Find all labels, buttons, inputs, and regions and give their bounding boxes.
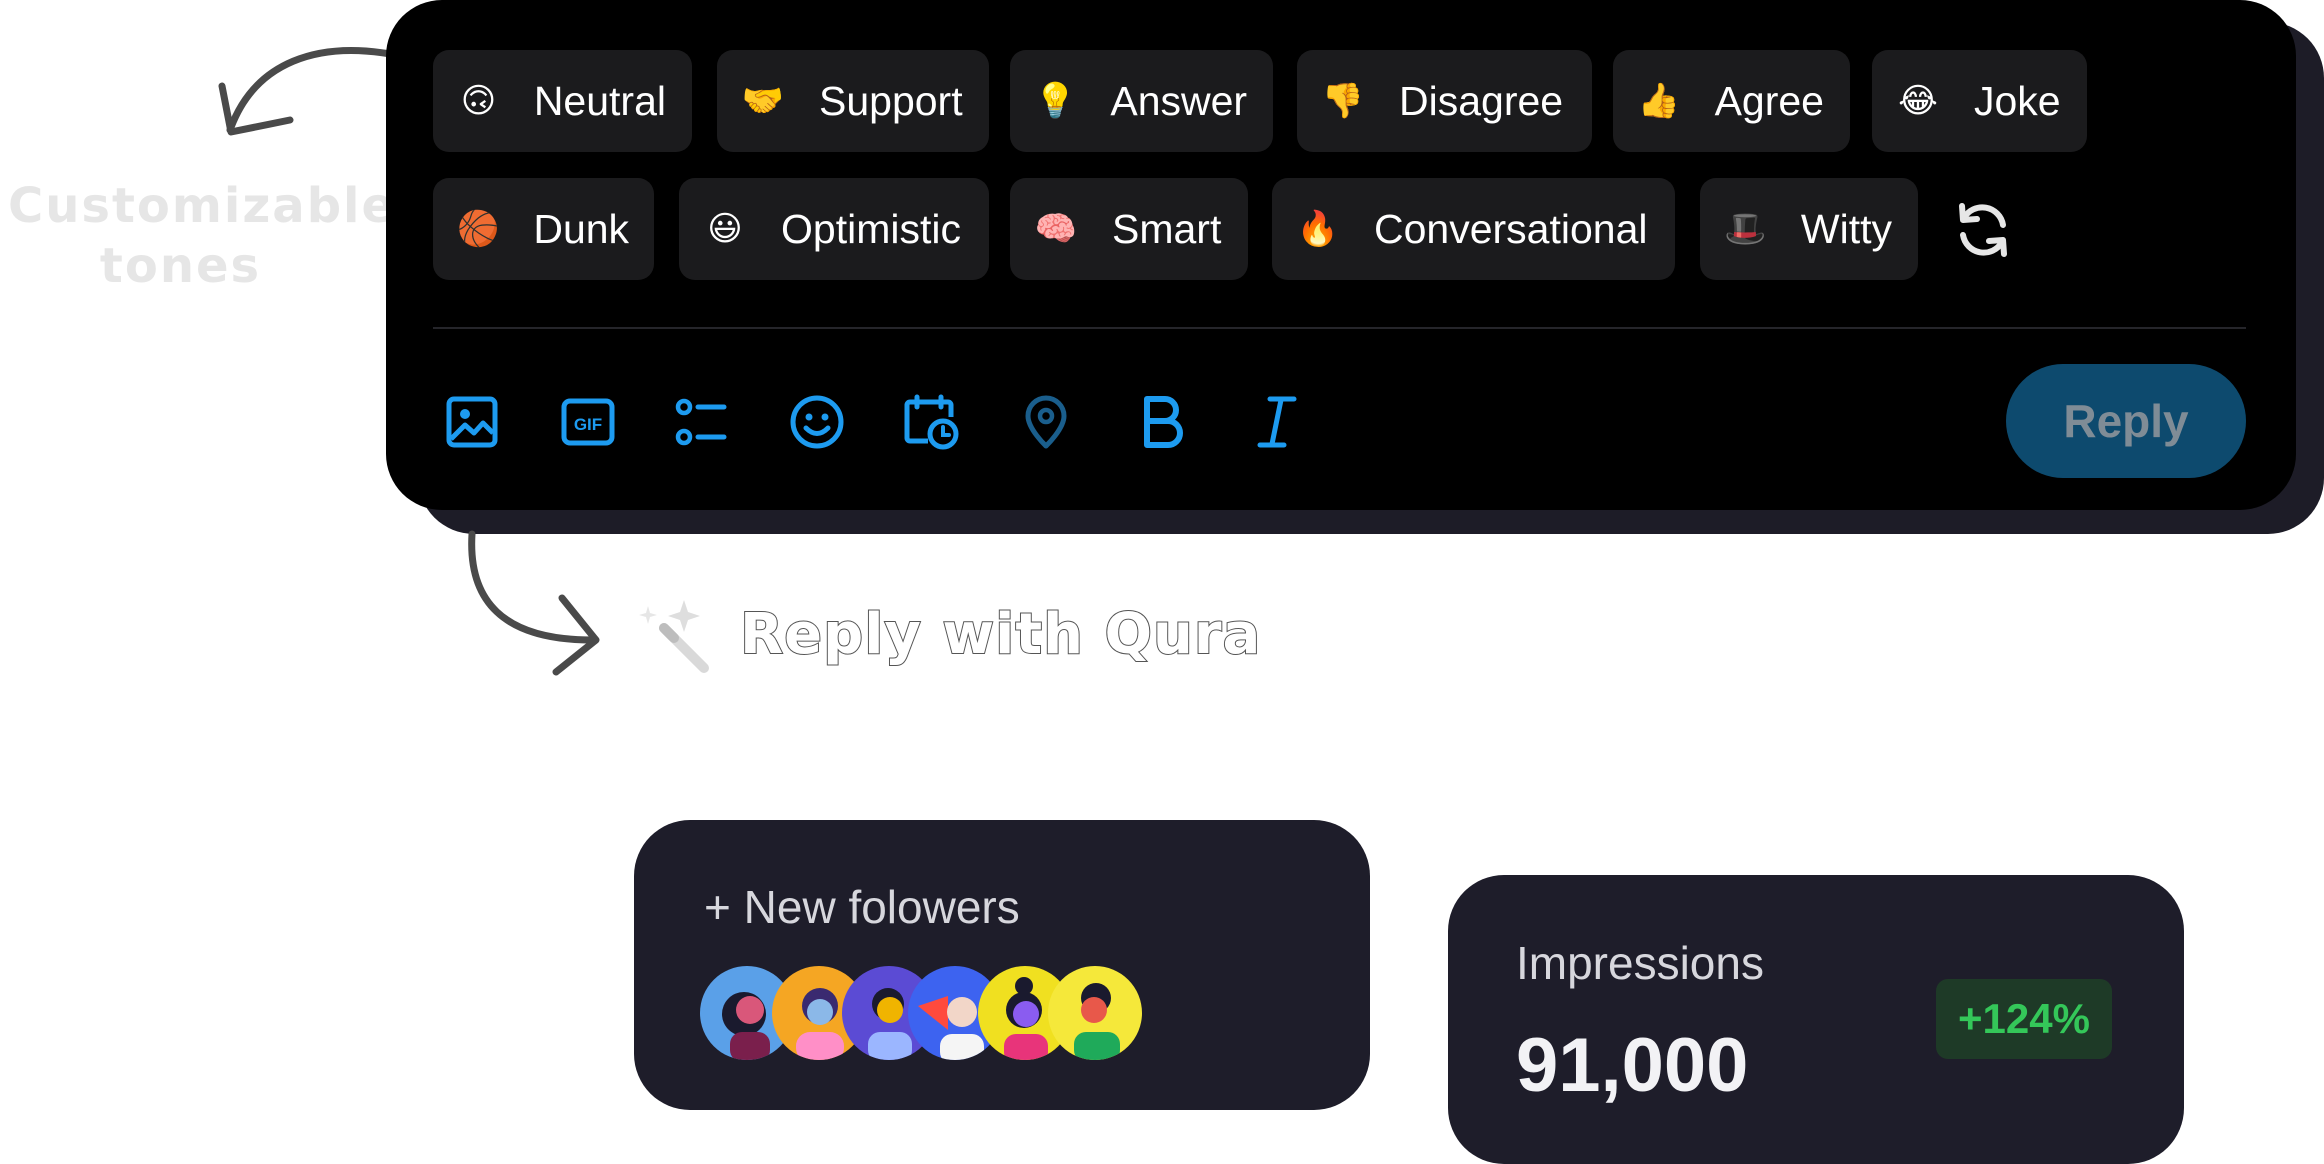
tone-label: Optimistic (781, 205, 961, 252)
tone-chip-agree[interactable]: 👍 Agree (1613, 50, 1850, 152)
location-icon[interactable] (1017, 393, 1075, 451)
tone-label: Joke (1974, 77, 2061, 124)
bold-icon[interactable] (1133, 393, 1191, 451)
tone-chip-conversational[interactable]: 🔥 Conversational (1272, 178, 1675, 280)
tone-chip-neutral[interactable]: 🙃 Neutral (433, 50, 692, 152)
tone-emoji-icon: 🎩 (1724, 210, 1767, 248)
image-icon[interactable] (443, 393, 501, 451)
emoji-icon[interactable] (788, 393, 846, 451)
tone-label: Disagree (1399, 77, 1564, 124)
tone-label: Smart (1112, 205, 1222, 252)
tone-label: Answer (1110, 77, 1248, 124)
new-followers-label: + New folowers (704, 881, 1020, 933)
tone-chip-support[interactable]: 🤝 Support (717, 50, 989, 152)
tone-emoji-icon: 🧠 (1034, 210, 1078, 248)
tone-chip-answer[interactable]: 💡 Answer (1010, 50, 1273, 152)
tone-chip-smart[interactable]: 🧠 Smart (1010, 178, 1248, 280)
impressions-value: 91,000 (1516, 1023, 1749, 1108)
tone-emoji-icon: 👍 (1637, 82, 1680, 120)
tone-emoji-icon: 🏀 (457, 210, 500, 248)
new-followers-card (634, 820, 1370, 1110)
customizable-tones-caption: Customizable tones (8, 176, 397, 296)
poll-icon[interactable] (672, 393, 730, 451)
tone-label: Conversational (1374, 205, 1648, 252)
tone-emoji-icon: 🔥 (1296, 210, 1340, 248)
tone-chip-disagree[interactable]: 👎 Disagree (1297, 50, 1592, 152)
impressions-change-badge: +124% (1936, 979, 2112, 1059)
tone-emoji-icon: 🤝 (741, 82, 785, 120)
tone-emoji-icon: 😂 (1898, 82, 1938, 120)
tone-label: Witty (1800, 205, 1892, 252)
impressions-label: Impressions (1516, 937, 1764, 989)
tone-emoji-icon: 💡 (1034, 82, 1077, 120)
tone-label: Support (819, 77, 963, 124)
reply-button[interactable]: Reply (2006, 364, 2246, 478)
caption-line: tones (99, 238, 262, 294)
gif-icon[interactable]: GIF (559, 393, 617, 451)
tone-chip-witty[interactable]: 🎩 Witty (1700, 178, 1918, 280)
caption-line: Customizable (8, 178, 397, 234)
italic-icon[interactable] (1248, 393, 1306, 451)
tone-chip-optimistic[interactable]: 😃 Optimistic (679, 178, 989, 280)
avatar (1048, 966, 1142, 1060)
tone-label: Neutral (533, 77, 666, 124)
tone-emoji-icon: 😃 (707, 210, 743, 248)
refresh-icon[interactable] (1952, 199, 2014, 261)
schedule-icon[interactable] (902, 393, 960, 451)
tone-chip-dunk[interactable]: 🏀 Dunk (433, 178, 654, 280)
curved-arrow-icon (218, 47, 394, 136)
tone-emoji-icon: 🙃 (460, 82, 497, 120)
magic-wand-icon (639, 600, 709, 673)
curved-arrow-icon (468, 530, 600, 676)
tone-label: Dunk (533, 205, 630, 252)
tone-chip-joke[interactable]: 😂 Joke (1872, 50, 2087, 152)
tone-label: Agree (1714, 77, 1824, 124)
composer-divider (433, 327, 2246, 329)
gif-label: GIF (574, 415, 602, 434)
reply-with-qura-caption: Reply with Qura (739, 601, 1262, 668)
tone-emoji-icon: 👎 (1321, 82, 1365, 120)
